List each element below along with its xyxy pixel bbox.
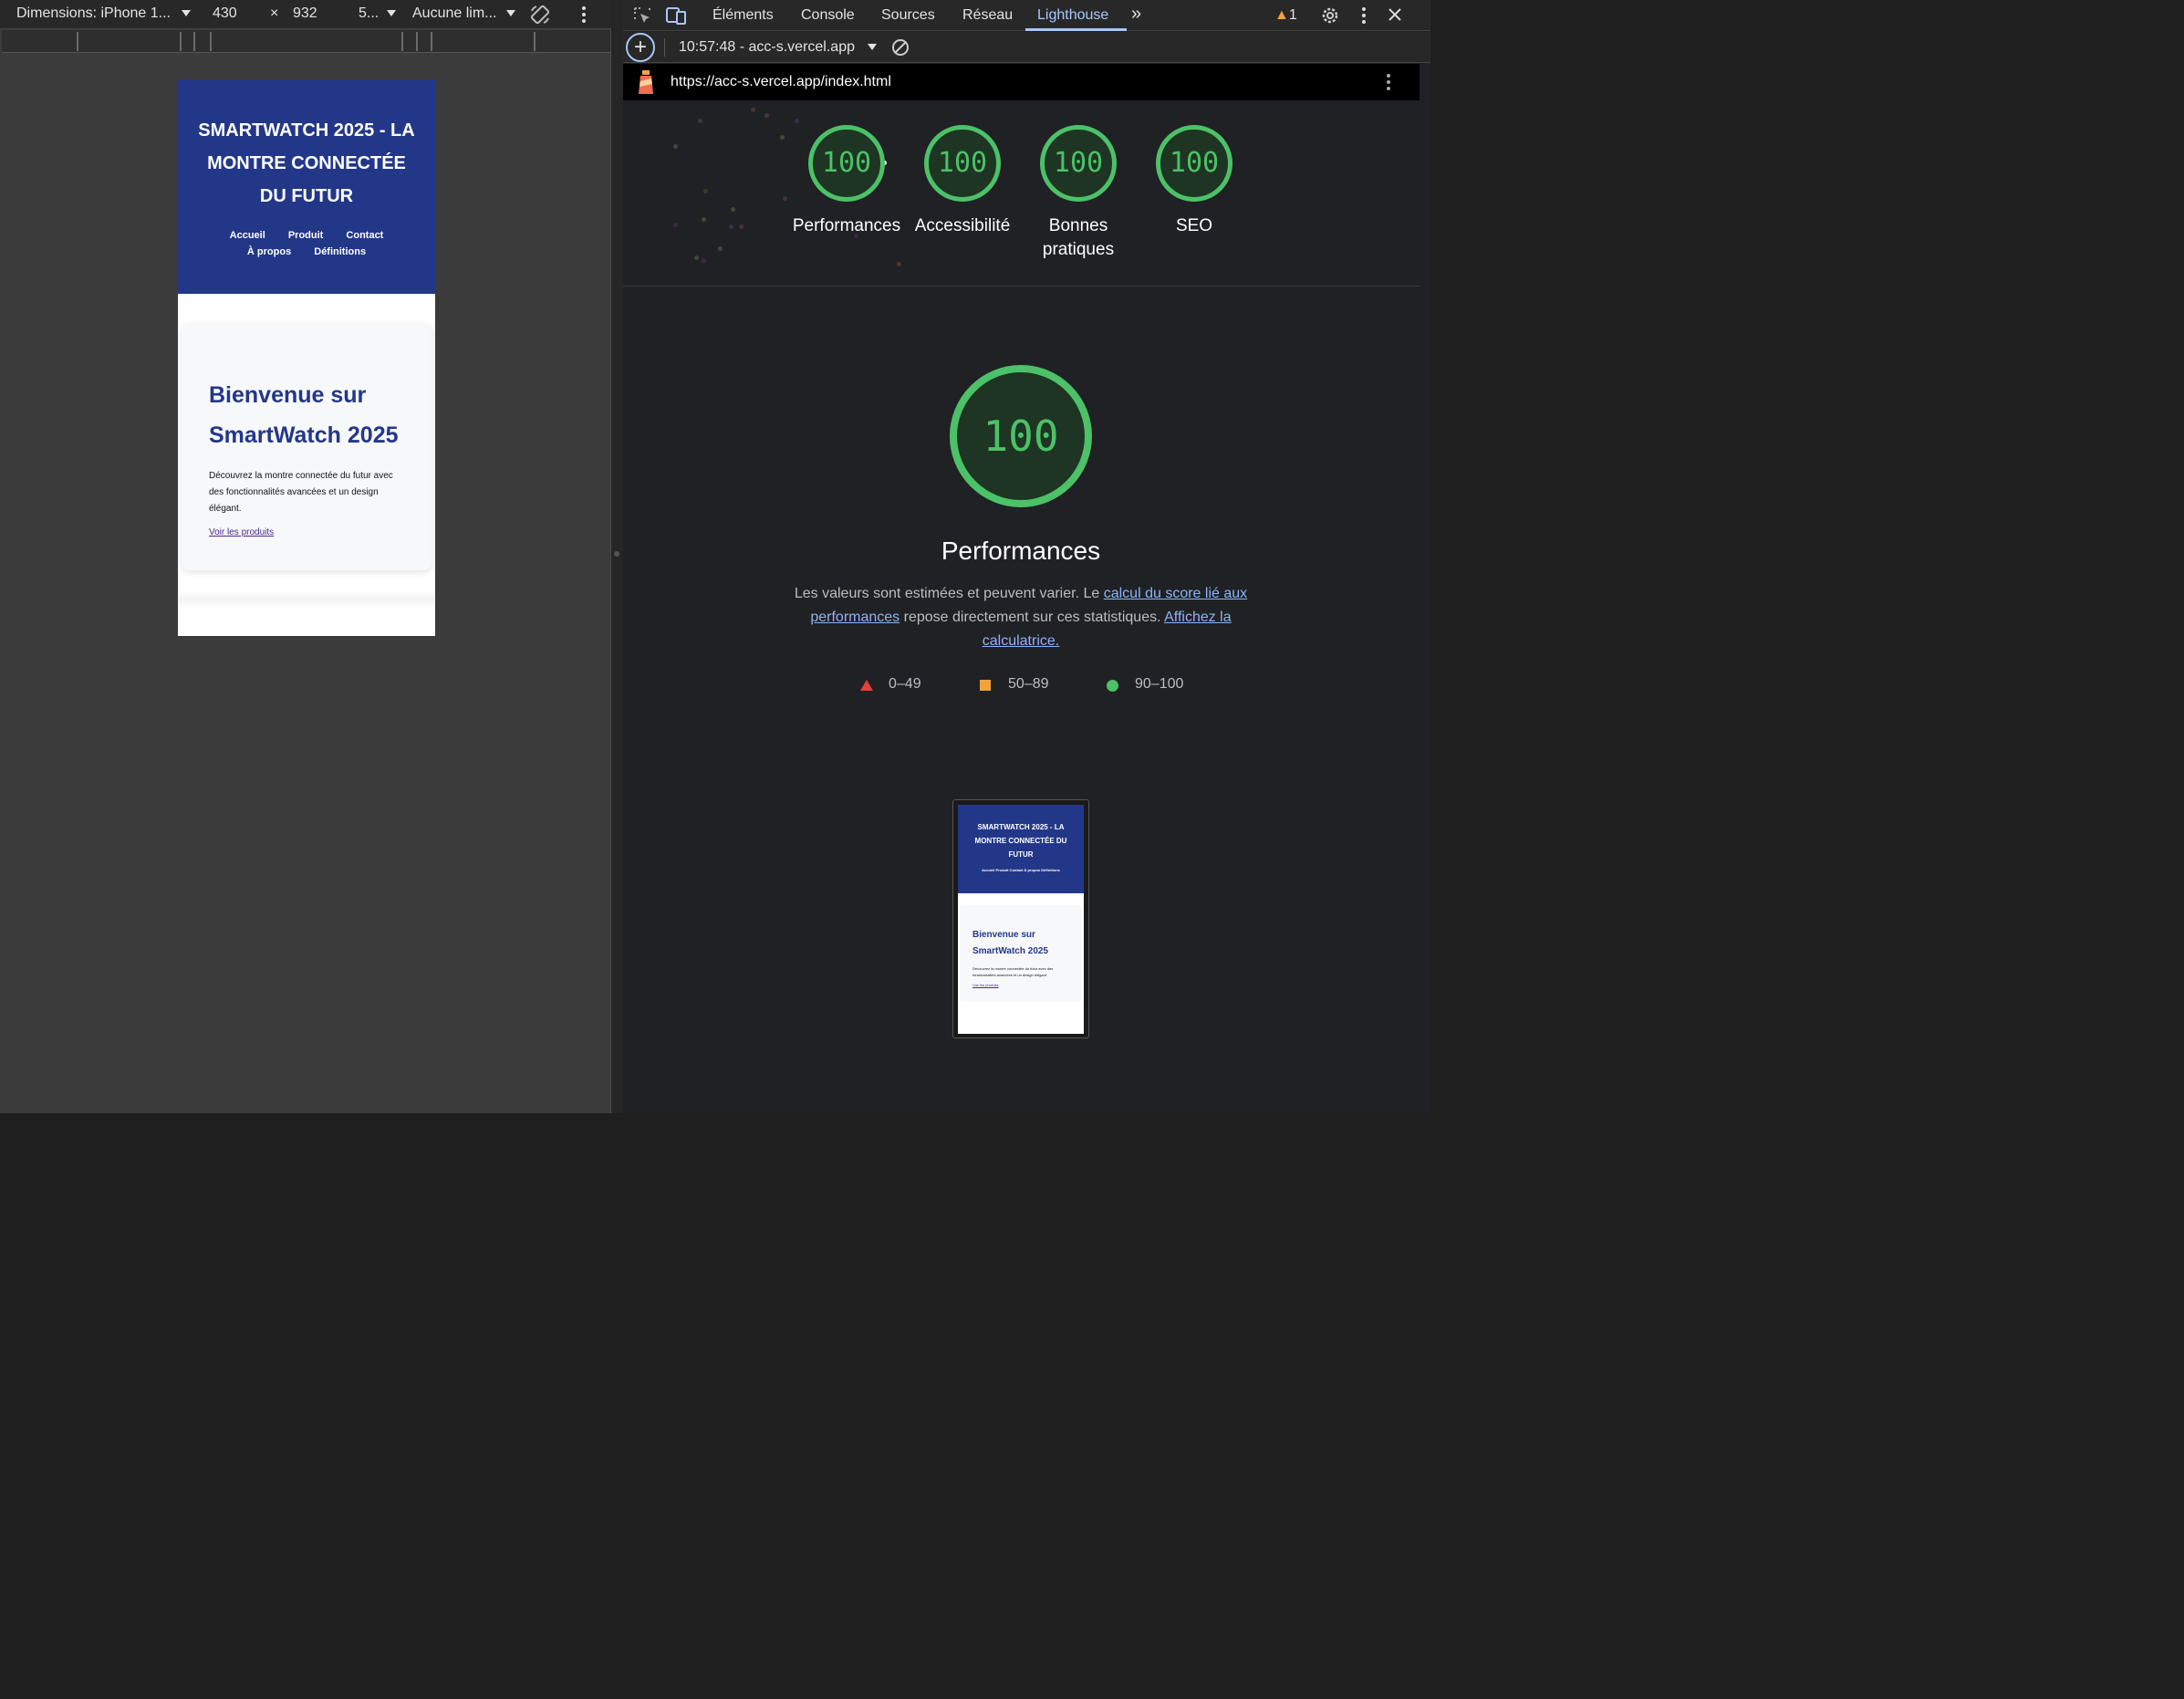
main-score-value: 100: [983, 412, 1059, 461]
score-description: Les valeurs sont estimées et peuvent var…: [794, 586, 1248, 649]
score-gauge-seo[interactable]: 100: [1156, 125, 1232, 202]
device-toolbar: Dimensions: iPhone 1... 430 × 932 5... A…: [0, 0, 611, 29]
triangle-icon: [860, 680, 873, 691]
score-gauge-accessibility[interactable]: 100: [924, 125, 1001, 202]
nav-link-a-propos[interactable]: À propos: [247, 246, 291, 257]
clear-icon[interactable]: [890, 37, 910, 57]
devtools-tabbar: Éléments Console Sources Réseau Lighthou…: [623, 0, 1430, 31]
nav-link-definitions[interactable]: Définitions: [314, 246, 366, 257]
close-icon[interactable]: [1388, 7, 1402, 22]
lighthouse-toolbar: + 10:57:48 - acc-s.vercel.app: [623, 32, 1430, 63]
active-tab-indicator: [1025, 28, 1127, 31]
warning-icon: ▲: [1274, 7, 1289, 23]
nav-link-produit[interactable]: Produit: [288, 230, 324, 241]
legend-range-fail: 0–49: [889, 676, 921, 692]
section-separator: [178, 590, 435, 609]
more-options-icon[interactable]: [577, 5, 591, 24]
section-divider: [623, 286, 1420, 287]
site-header: SMARTWATCH 2025 - LA MONTRE CONNECTÉE DU…: [178, 79, 435, 294]
more-options-icon[interactable]: [1381, 73, 1396, 91]
more-options-icon[interactable]: [1357, 6, 1371, 25]
media-query-ruler[interactable]: [2, 30, 610, 53]
thumbnail-paragraph: Découvrez la montre connectée du futur a…: [972, 966, 1054, 977]
lighthouse-logo-icon: [639, 70, 653, 94]
thumbnail-card: Bienvenue sur SmartWatch 2025 Découvrez …: [960, 905, 1082, 1002]
main-score-gauge: 100: [950, 365, 1092, 507]
score-label-accessibility[interactable]: Accessibilité: [899, 214, 1026, 238]
device-emulation-panel: Dimensions: iPhone 1... 430 × 932 5... A…: [0, 0, 611, 1113]
warnings-badge[interactable]: ▲1: [1274, 7, 1297, 24]
hero-paragraph: Découvrez la montre connectée du futur a…: [209, 471, 393, 514]
emulated-page: SMARTWATCH 2025 - LA MONTRE CONNECTÉE DU…: [178, 79, 435, 636]
inspect-element-icon[interactable]: [632, 5, 652, 26]
final-screenshot-thumbnail[interactable]: SMARTWATCH 2025 - LA MONTRE CONNECTÉE DU…: [952, 799, 1089, 1038]
nav-link-accueil[interactable]: Accueil: [230, 230, 265, 241]
chevron-down-icon: [182, 10, 192, 17]
site-nav-row-1: Accueil Produit Contact: [178, 230, 435, 241]
splitter-handle[interactable]: [614, 551, 619, 557]
tab-network[interactable]: Réseau: [962, 7, 1013, 24]
rotate-icon[interactable]: [529, 4, 551, 26]
new-report-button[interactable]: +: [626, 33, 655, 62]
report-select[interactable]: 10:57:48 - acc-s.vercel.app: [679, 39, 861, 56]
tab-lighthouse[interactable]: Lighthouse: [1037, 7, 1108, 24]
score-label-performance[interactable]: Performances: [783, 214, 910, 238]
hero-card: Bienvenue sur SmartWatch 2025 Découvrez …: [182, 324, 432, 570]
site-nav-row-2: À propos Définitions: [178, 246, 435, 257]
score-gauge-best-practices[interactable]: 100: [1040, 125, 1117, 202]
products-link[interactable]: Voir les produits: [209, 527, 274, 537]
times-sign: ×: [270, 5, 279, 21]
chevron-down-icon: [505, 10, 515, 17]
gear-icon[interactable]: [1320, 5, 1340, 26]
thumbnail-heading: Bienvenue sur SmartWatch 2025: [972, 930, 1048, 956]
square-icon: [980, 680, 991, 691]
dimensions-select[interactable]: Dimensions: iPhone 1...: [16, 5, 192, 22]
legend-range-average: 50–89: [1008, 676, 1049, 692]
chevron-down-icon[interactable]: [868, 44, 877, 50]
nav-link-contact[interactable]: Contact: [346, 230, 383, 241]
main-score-title: Performances: [941, 537, 1101, 565]
tab-console[interactable]: Console: [801, 7, 855, 24]
height-input[interactable]: 932: [293, 5, 317, 22]
thumbnail-header: SMARTWATCH 2025 - LA MONTRE CONNECTÉE DU…: [958, 805, 1084, 893]
thumbnail-title: SMARTWATCH 2025 - LA MONTRE CONNECTÉE DU…: [974, 823, 1067, 859]
chevron-down-icon: [386, 10, 396, 17]
hero-heading: Bienvenue sur SmartWatch 2025: [209, 382, 399, 448]
score-label-best-practices[interactable]: Bonnes pratiques: [1033, 214, 1124, 262]
tab-elements[interactable]: Éléments: [712, 7, 774, 24]
zoom-select[interactable]: 5...: [359, 5, 396, 22]
width-input[interactable]: 430: [213, 5, 237, 22]
report-url: https://acc-s.vercel.app/index.html: [671, 74, 891, 89]
devtools-panel: Éléments Console Sources Réseau Lighthou…: [623, 0, 1430, 1113]
thumbnail-link: Voir les produits: [972, 983, 999, 987]
circle-icon: [1107, 680, 1118, 692]
thumbnail-nav: Accueil Produit Contact À propos Définit…: [982, 868, 1060, 872]
more-tabs-icon[interactable]: »: [1131, 4, 1141, 25]
score-gauge-performance[interactable]: 100: [808, 125, 885, 202]
panel-splitter[interactable]: [611, 0, 623, 1113]
site-title: SMARTWATCH 2025 - LA MONTRE CONNECTÉE DU…: [198, 120, 415, 206]
report-url-bar: https://acc-s.vercel.app/index.html: [623, 64, 1420, 100]
score-label-seo[interactable]: SEO: [1130, 214, 1258, 238]
device-toggle-icon[interactable]: [665, 5, 687, 26]
throttle-select[interactable]: Aucune lim...: [412, 5, 515, 22]
legend-range-pass: 90–100: [1135, 676, 1184, 692]
thumbnail-screen: SMARTWATCH 2025 - LA MONTRE CONNECTÉE DU…: [958, 805, 1084, 1034]
tab-sources[interactable]: Sources: [881, 7, 935, 24]
